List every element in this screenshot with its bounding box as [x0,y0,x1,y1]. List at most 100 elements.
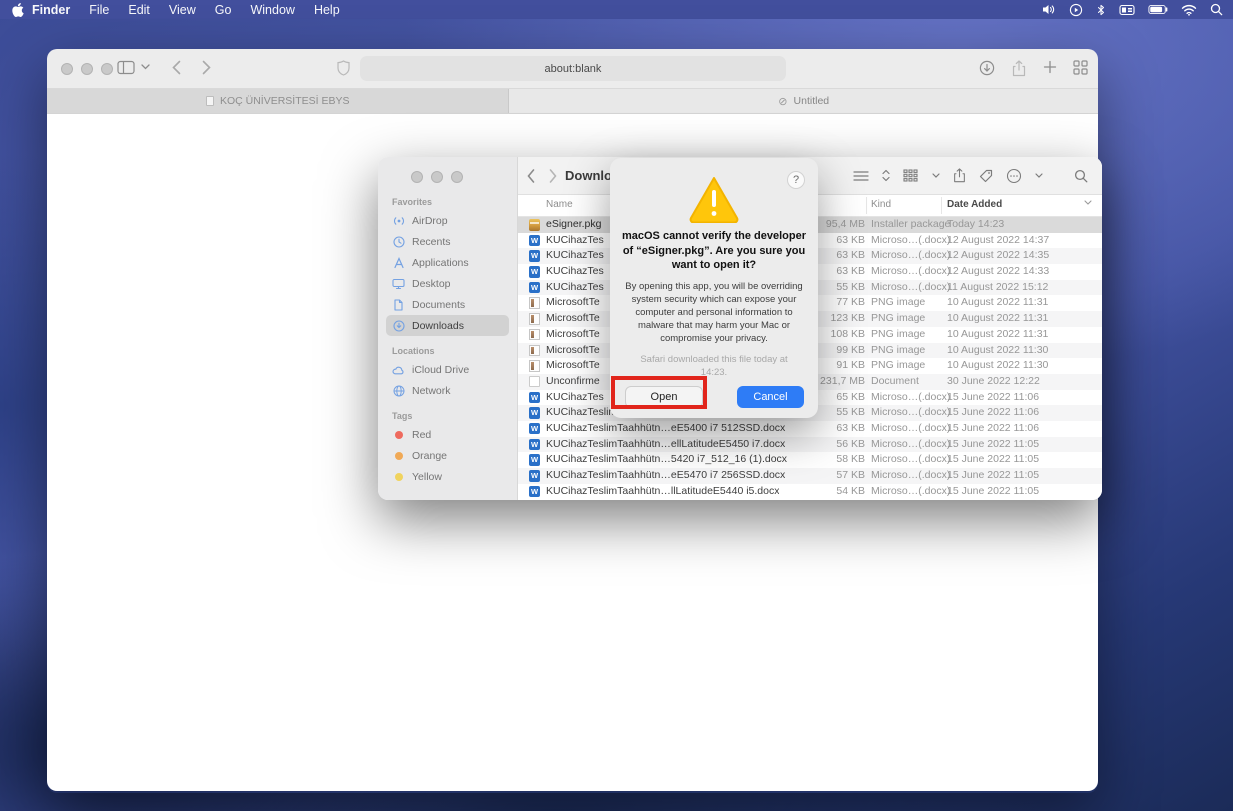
sidebar-item-applications[interactable]: Applications [386,252,509,273]
file-size: 58 KB [758,452,865,468]
menu-item-help[interactable]: Help [314,3,340,17]
volume-icon[interactable] [1041,3,1056,16]
sidebar-item-downloads[interactable]: Downloads [386,315,509,336]
sidebar-chevron-down-icon[interactable] [141,64,150,70]
close-window-button[interactable] [411,171,423,183]
downloads-button[interactable] [979,60,995,76]
menu-items: Finder File Edit View Go Window Help [32,3,340,17]
sidebar-item-airdrop[interactable]: AirDrop [386,210,509,231]
zoom-window-button[interactable] [451,171,463,183]
file-row[interactable]: KUCihazTeslimTaahhütn…eE5470 i7 256SSD.d… [518,468,1102,484]
file-kind: Microso…(.docx) [871,468,950,484]
sidebar-item-icloud-drive[interactable]: iCloud Drive [386,359,509,380]
word-file-icon [529,470,540,482]
word-file-icon [529,454,540,466]
forward-button[interactable] [549,169,557,183]
minimize-window-button[interactable] [81,63,93,75]
battery-icon[interactable] [1148,4,1168,15]
zoom-window-button[interactable] [101,63,113,75]
globe-icon [392,385,405,397]
help-button[interactable]: ? [787,171,805,189]
sidebar-item-network[interactable]: Network [386,380,509,401]
back-button[interactable] [527,169,535,183]
file-name: MicrosoftTe [546,295,600,311]
sidebar-item-desktop[interactable]: Desktop [386,273,509,294]
column-header-name[interactable]: Name [546,199,573,210]
menu-item-window[interactable]: Window [250,3,294,17]
file-name: KUCihazTes [546,233,604,249]
bluetooth-icon[interactable] [1096,3,1106,17]
new-tab-button[interactable] [1043,60,1057,74]
desktop-icon [392,278,405,290]
menu-item-edit[interactable]: Edit [128,3,150,17]
sidebar-item-recents[interactable]: Recents [386,231,509,252]
sidebar-item-documents[interactable]: Documents [386,294,509,315]
input-source-icon[interactable] [1119,4,1135,16]
file-date: 10 August 2022 11:31 [947,311,1048,327]
sidebar-item-orange[interactable]: Orange [386,445,509,466]
file-name: eSigner.pkg [546,217,601,233]
sidebar-item-label: Network [412,385,451,397]
file-date: 15 June 2022 11:06 [947,390,1039,406]
menu-item-go[interactable]: Go [215,3,232,17]
group-chevron-down-icon[interactable] [932,173,940,178]
sidebar-item-label: Recents [412,236,451,248]
tab-koc-universitesi-ebys[interactable]: KOÇ ÜNİVERSİTESİ EBYS [47,89,509,113]
clock-icon [392,236,405,248]
sidebar-item-red[interactable]: Red [386,424,509,445]
file-date: 10 August 2022 11:30 [947,343,1048,359]
menu-bar: Finder File Edit View Go Window Help [0,0,1233,19]
doc-file-icon [529,376,540,388]
list-view-icon[interactable] [853,170,869,182]
url-field[interactable]: about:blank [360,56,786,81]
file-kind: Document [871,374,919,390]
more-actions-button[interactable] [1006,168,1022,184]
file-row[interactable]: KUCihazTeslimTaahhütn…eE5400 i7 512SSD.d… [518,421,1102,437]
file-row[interactable]: KUCihazTeslimTaahhütn…5420 i7_512_16 (1)… [518,452,1102,468]
back-button[interactable] [172,60,181,75]
spotlight-search-icon[interactable] [1210,3,1223,16]
share-button[interactable] [1012,60,1026,77]
minimize-window-button[interactable] [431,171,443,183]
column-header-kind[interactable]: Kind [871,199,891,210]
file-kind: Microso…(.docx) [871,233,950,249]
sidebar-item-label: Applications [412,257,469,269]
view-sort-chevrons-icon[interactable] [882,169,890,182]
share-button[interactable] [953,168,966,183]
column-header-date-added[interactable]: Date Added [947,199,1002,210]
screen-play-icon[interactable] [1069,3,1083,17]
file-kind: PNG image [871,311,925,327]
finder-traffic-lights [411,171,517,183]
file-kind: Microso…(.docx) [871,405,950,421]
safari-toolbar: about:blank [47,49,1098,88]
search-button[interactable] [1074,169,1088,183]
menu-item-view[interactable]: View [169,3,196,17]
close-window-button[interactable] [61,63,73,75]
tab-untitled[interactable]: ⊘ Untitled [509,89,1098,113]
tag-icon[interactable] [979,169,993,183]
file-date: 15 June 2022 11:06 [947,405,1039,421]
word-file-icon [529,282,540,294]
file-kind: Microso…(.docx) [871,484,950,500]
forward-button[interactable] [202,60,211,75]
file-date: 15 June 2022 11:05 [947,468,1039,484]
sort-chevron-down-icon [1084,200,1092,205]
tab-overview-button[interactable] [1073,60,1088,75]
cancel-button[interactable]: Cancel [737,386,804,408]
apple-menu-icon[interactable] [12,3,24,17]
airdrop-icon [392,215,405,227]
file-name: KUCihazTeslimTaahhütn…eE5400 i7 512SSD.d… [546,421,785,437]
file-name: MicrosoftTe [546,358,600,374]
wifi-icon[interactable] [1181,4,1197,16]
menu-item-file[interactable]: File [89,3,109,17]
word-file-icon [529,250,540,262]
file-row[interactable]: KUCihazTeslimTaahhütn…ellLatitudeE5450 i… [518,437,1102,453]
sidebar-toggle-icon[interactable] [117,60,135,75]
sidebar-item-label: Documents [412,299,465,311]
file-row[interactable]: KUCihazTeslimTaahhütn…llLatitudeE5440 i5… [518,484,1102,500]
menu-item-finder[interactable]: Finder [32,3,70,17]
more-chevron-down-icon[interactable] [1035,173,1043,178]
group-by-icon[interactable] [903,169,919,182]
sidebar-item-yellow[interactable]: Yellow [386,466,509,487]
applications-icon [392,257,405,269]
